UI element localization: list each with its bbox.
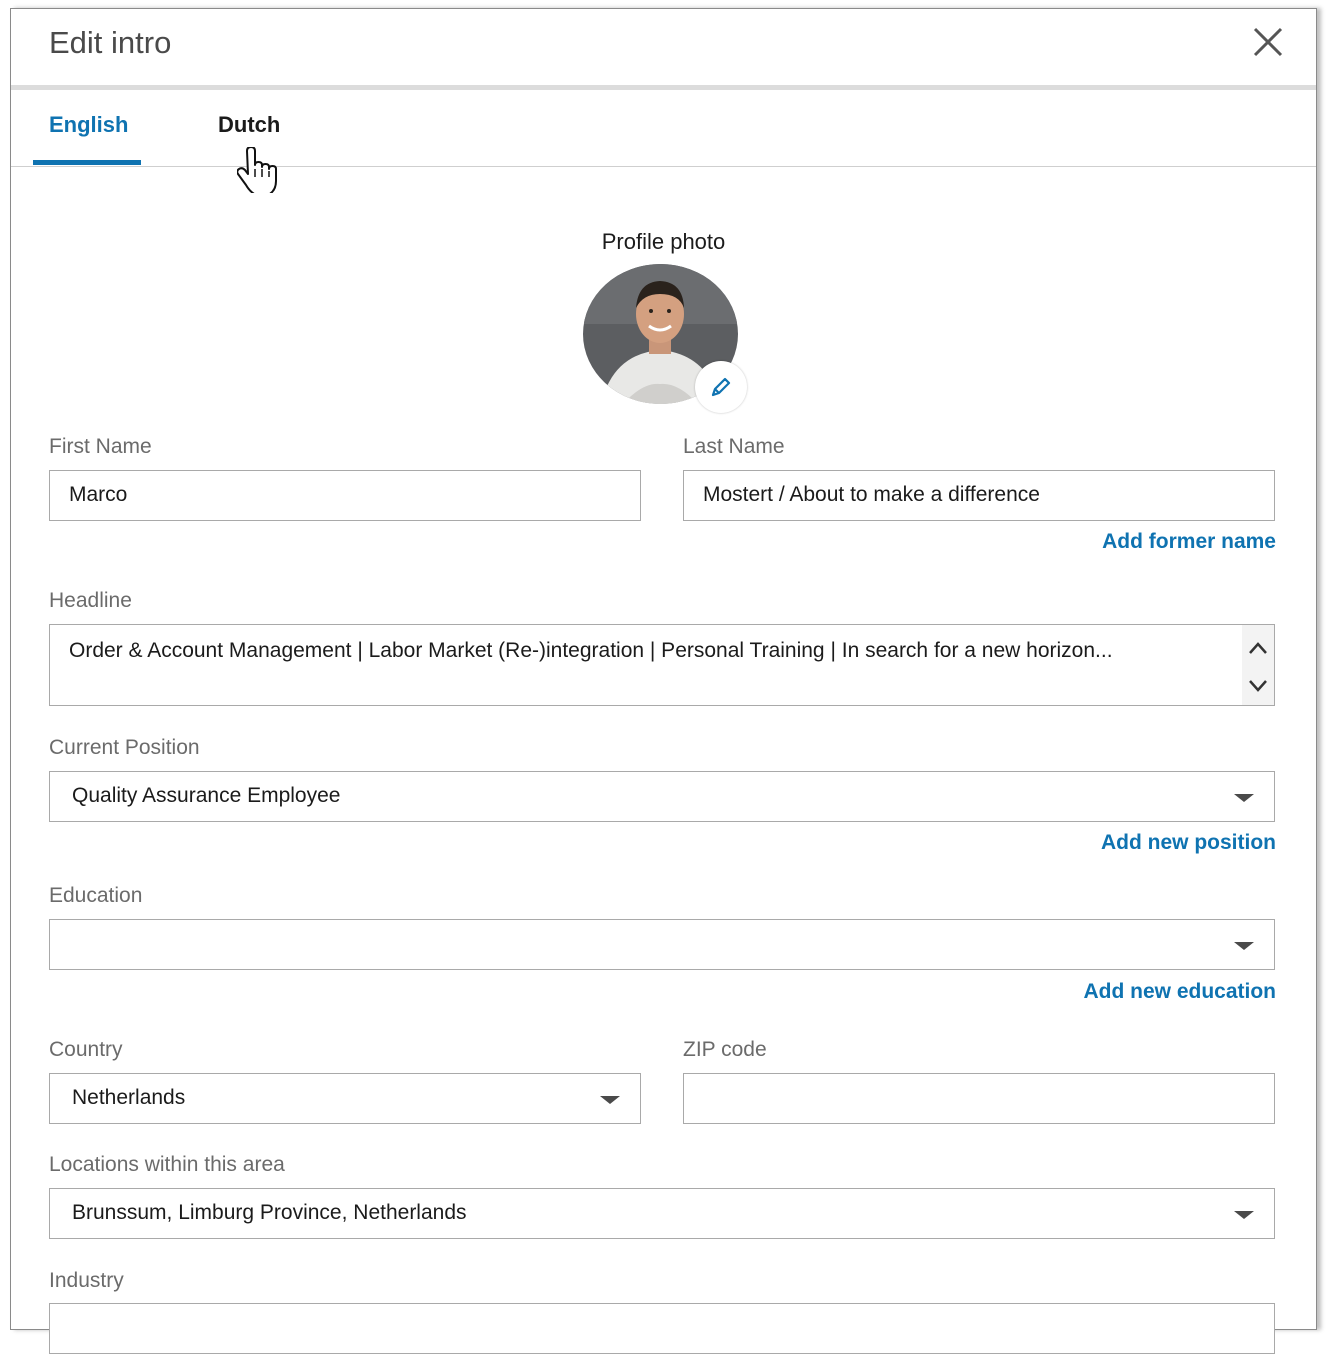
hand-pointer-cursor-icon xyxy=(236,146,277,198)
pencil-icon xyxy=(709,375,733,404)
headline-label: Headline xyxy=(49,589,132,612)
active-tab-indicator xyxy=(33,160,141,165)
first-name-label: First Name xyxy=(49,435,152,458)
add-former-name-link[interactable]: Add former name xyxy=(1102,530,1276,554)
chevron-down-icon[interactable] xyxy=(1248,675,1268,699)
close-icon[interactable] xyxy=(1250,24,1286,60)
profile-photo-label: Profile photo xyxy=(601,229,726,254)
chevron-up-icon[interactable] xyxy=(1248,637,1268,661)
headline-value: Order & Account Management | Labor Marke… xyxy=(69,639,1113,662)
last-name-value: Mostert / About to make a difference xyxy=(703,483,1040,506)
language-tabs: English Dutch xyxy=(11,90,1316,167)
dropdown-caret-icon xyxy=(600,1096,620,1104)
current-position-value: Quality Assurance Employee xyxy=(72,784,341,807)
locations-value: Brunssum, Limburg Province, Netherlands xyxy=(72,1201,467,1224)
tab-dutch[interactable]: Dutch xyxy=(218,112,280,138)
first-name-value: Marco xyxy=(69,483,128,506)
current-position-select[interactable]: Quality Assurance Employee xyxy=(49,771,1275,822)
dialog-title: Edit intro xyxy=(49,25,172,60)
country-label: Country xyxy=(49,1038,123,1061)
headline-textarea[interactable]: Order & Account Management | Labor Marke… xyxy=(49,624,1275,706)
dropdown-caret-icon xyxy=(1234,794,1254,802)
dropdown-caret-icon xyxy=(1234,942,1254,950)
education-label: Education xyxy=(49,884,143,907)
country-select[interactable]: Netherlands xyxy=(49,1073,641,1124)
locations-select[interactable]: Brunssum, Limburg Province, Netherlands xyxy=(49,1188,1275,1239)
locations-label: Locations within this area xyxy=(49,1153,285,1176)
country-value: Netherlands xyxy=(72,1086,186,1109)
education-select[interactable] xyxy=(49,919,1275,970)
headline-scrollbar[interactable] xyxy=(1242,625,1274,705)
industry-label: Industry xyxy=(49,1269,124,1292)
zip-code-input[interactable] xyxy=(683,1073,1275,1124)
edit-intro-dialog: Edit intro English Dutch Profile photo F… xyxy=(10,8,1317,1354)
dropdown-caret-icon xyxy=(1234,1211,1254,1219)
industry-select[interactable] xyxy=(49,1303,1275,1354)
dialog-header: Edit intro xyxy=(11,9,1316,90)
add-new-education-link[interactable]: Add new education xyxy=(1083,980,1276,1004)
last-name-label: Last Name xyxy=(683,435,785,458)
current-position-label: Current Position xyxy=(49,736,200,759)
last-name-input[interactable]: Mostert / About to make a difference xyxy=(683,470,1275,521)
tab-english[interactable]: English xyxy=(49,112,128,138)
first-name-input[interactable]: Marco xyxy=(49,470,641,521)
edit-photo-button[interactable] xyxy=(695,361,747,413)
zip-code-label: ZIP code xyxy=(683,1038,767,1061)
add-new-position-link[interactable]: Add new position xyxy=(1101,831,1276,855)
